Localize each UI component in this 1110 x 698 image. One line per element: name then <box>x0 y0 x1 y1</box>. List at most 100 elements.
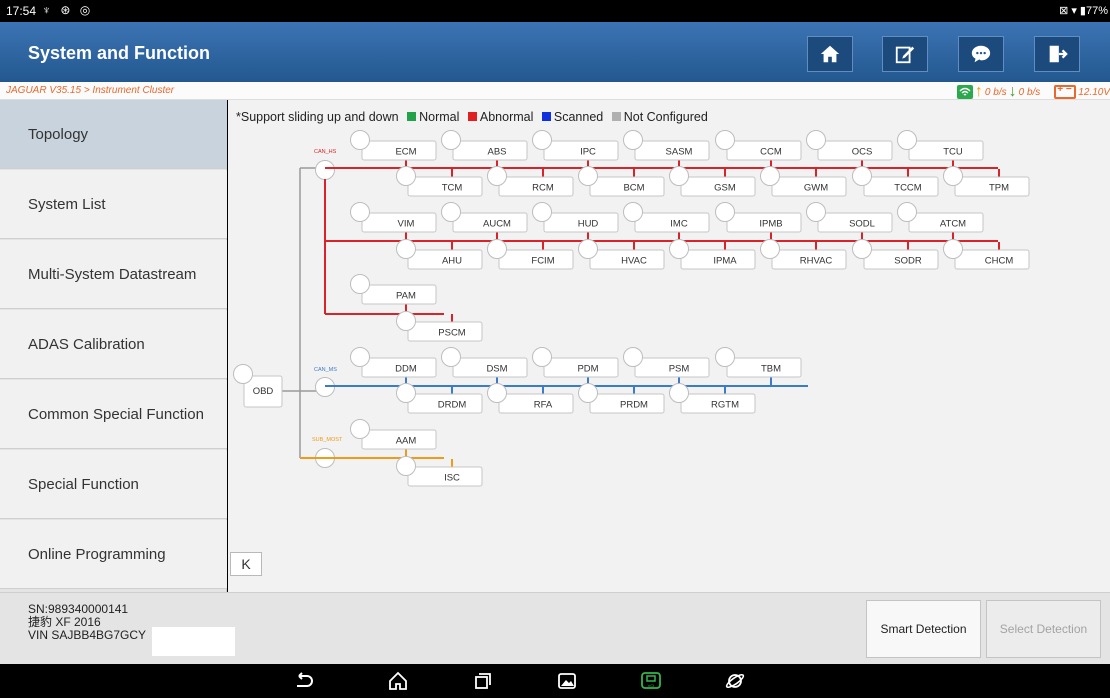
module-node-tbm[interactable]: TBM <box>715 347 802 386</box>
back-icon[interactable] <box>292 671 316 691</box>
module-node-abs[interactable]: ABS <box>441 130 528 169</box>
module-label: HUD <box>578 219 599 230</box>
module-node-sodl[interactable]: SODL <box>806 202 893 241</box>
module-node-hvac[interactable]: HVAC <box>578 239 665 270</box>
clock: 17:54 <box>6 4 37 18</box>
module-node-ahu[interactable]: AHU <box>396 239 483 270</box>
sidebar-item-label: System List <box>28 195 106 213</box>
module-status-dot <box>396 456 416 476</box>
legend-normal-swatch <box>407 112 417 121</box>
download-arrow-icon: ↓ <box>1008 83 1017 100</box>
vci-icon[interactable]: VCI <box>639 671 663 691</box>
module-label: VIM <box>398 219 415 230</box>
vin-redaction <box>152 627 235 656</box>
sidebar-item-label: Special Function <box>28 475 139 493</box>
module-label: TBM <box>761 364 781 375</box>
module-label: CHCM <box>985 256 1014 267</box>
legend-abnormal: Abnormal <box>479 110 534 124</box>
gallery-icon[interactable] <box>555 671 579 691</box>
module-label: PSCM <box>438 328 466 339</box>
sidebar-item-label: ADAS Calibration <box>28 335 145 353</box>
footer: SN:989340000141 捷豹 XF 2016 VIN SAJBB4BG7… <box>0 592 1110 664</box>
module-node-atcm[interactable]: ATCM <box>897 202 984 241</box>
vin: VIN SAJBB4BG7GCY <box>28 628 147 642</box>
module-node-imc[interactable]: IMC <box>623 202 710 241</box>
module-label: DDM <box>395 364 417 375</box>
sidebar-item-special-function[interactable]: Special Function <box>0 450 227 519</box>
module-node-bcm[interactable]: BCM <box>578 166 665 197</box>
module-node-tccm[interactable]: TCCM <box>852 166 939 197</box>
sidebar-item-topology[interactable]: Topology <box>0 100 227 169</box>
module-status-dot <box>350 347 370 367</box>
module-node-pscm[interactable]: PSCM <box>396 311 483 342</box>
obd-label: OBD <box>253 386 274 397</box>
module-node-pdm[interactable]: PDM <box>532 347 619 386</box>
module-node-drdm[interactable]: DRDM <box>396 383 483 414</box>
module-node-psm[interactable]: PSM <box>623 347 710 386</box>
module-status-dot <box>578 239 598 259</box>
module-label: IPMA <box>713 256 737 267</box>
module-node-ccm[interactable]: CCM <box>715 130 802 169</box>
browser-icon[interactable] <box>723 671 747 691</box>
module-node-gwm[interactable]: GWM <box>760 166 847 197</box>
module-status-dot <box>715 347 735 367</box>
module-node-tcu[interactable]: TCU <box>897 130 984 169</box>
module-node-hud[interactable]: HUD <box>532 202 619 241</box>
module-label: AAM <box>396 436 417 447</box>
module-status-dot <box>852 239 872 259</box>
module-node-prdm[interactable]: PRDM <box>578 383 665 414</box>
module-node-rcm[interactable]: RCM <box>487 166 574 197</box>
sidebar-item-label: Multi-System Datastream <box>28 265 197 283</box>
module-label: GSM <box>714 183 736 194</box>
smart-detection-button[interactable]: Smart Detection <box>866 600 981 658</box>
module-label: FCIM <box>531 256 554 267</box>
module-node-ocs[interactable]: OCS <box>806 130 893 169</box>
module-node-ipmb[interactable]: IPMB <box>715 202 802 241</box>
module-status-dot <box>578 383 598 403</box>
module-node-sodr[interactable]: SODR <box>852 239 939 270</box>
report-button[interactable] <box>882 36 928 72</box>
system-status-icons: ⊠ ▾ ▮77% <box>1059 5 1108 17</box>
module-node-ecm[interactable]: ECM <box>350 130 437 169</box>
module-node-rgtm[interactable]: RGTM <box>669 383 756 414</box>
module-status-dot <box>623 347 643 367</box>
feedback-button[interactable] <box>958 36 1004 72</box>
sidebar-item-label: Topology <box>28 125 89 143</box>
module-label: RHVAC <box>800 256 833 267</box>
obd-status-dot <box>233 364 253 384</box>
module-node-aucm[interactable]: AUCM <box>441 202 528 241</box>
home-button[interactable] <box>807 36 853 72</box>
topology-diagram[interactable]: OBD CAN_HS ECM ABS IPC SASM CCM OCS TCU TCM RCM BCM… <box>228 100 1110 592</box>
exit-button[interactable] <box>1034 36 1080 72</box>
recents-icon[interactable] <box>471 671 495 691</box>
module-node-sasm[interactable]: SASM <box>623 130 710 169</box>
sidebar-item-multi-system-datastream[interactable]: Multi-System Datastream <box>0 240 227 309</box>
module-status-dot <box>760 239 780 259</box>
module-node-chcm[interactable]: CHCM <box>943 239 1030 270</box>
sidebar-item-common-special-function[interactable]: Common Special Function <box>0 380 227 449</box>
module-node-ipma[interactable]: IPMA <box>669 239 756 270</box>
module-node-isc[interactable]: ISC <box>396 456 483 487</box>
module-node-tcm[interactable]: TCM <box>396 166 483 197</box>
module-node-rhvac[interactable]: RHVAC <box>760 239 847 270</box>
module-label: PAM <box>396 291 416 302</box>
sidebar-item-adas-calibration[interactable]: ADAS Calibration <box>0 310 227 379</box>
module-node-ddm[interactable]: DDM <box>350 347 437 386</box>
nav-home-icon[interactable] <box>386 671 410 691</box>
module-node-fcim[interactable]: FCIM <box>487 239 574 270</box>
module-node-rfa[interactable]: RFA <box>487 383 574 414</box>
topology-panel[interactable]: OBD CAN_HS ECM ABS IPC SASM CCM OCS TCU TCM RCM BCM… <box>228 100 1110 592</box>
module-node-aam[interactable]: AAM <box>350 419 437 458</box>
sidebar-item-online-programming[interactable]: Online Programming <box>0 520 227 589</box>
sidebar-item-system-list[interactable]: System List <box>0 170 227 239</box>
collapse-sidebar-button[interactable]: K <box>230 552 262 576</box>
legend-abnormal-swatch <box>467 112 477 121</box>
module-node-dsm[interactable]: DSM <box>441 347 528 386</box>
module-node-tpm[interactable]: TPM <box>943 166 1030 197</box>
module-node-vim[interactable]: VIM <box>350 202 437 241</box>
module-node-gsm[interactable]: GSM <box>669 166 756 197</box>
module-node-pam[interactable]: PAM <box>350 274 437 313</box>
module-node-ipc[interactable]: IPC <box>532 130 619 169</box>
module-status-dot <box>441 202 461 222</box>
module-status-dot <box>487 383 507 403</box>
